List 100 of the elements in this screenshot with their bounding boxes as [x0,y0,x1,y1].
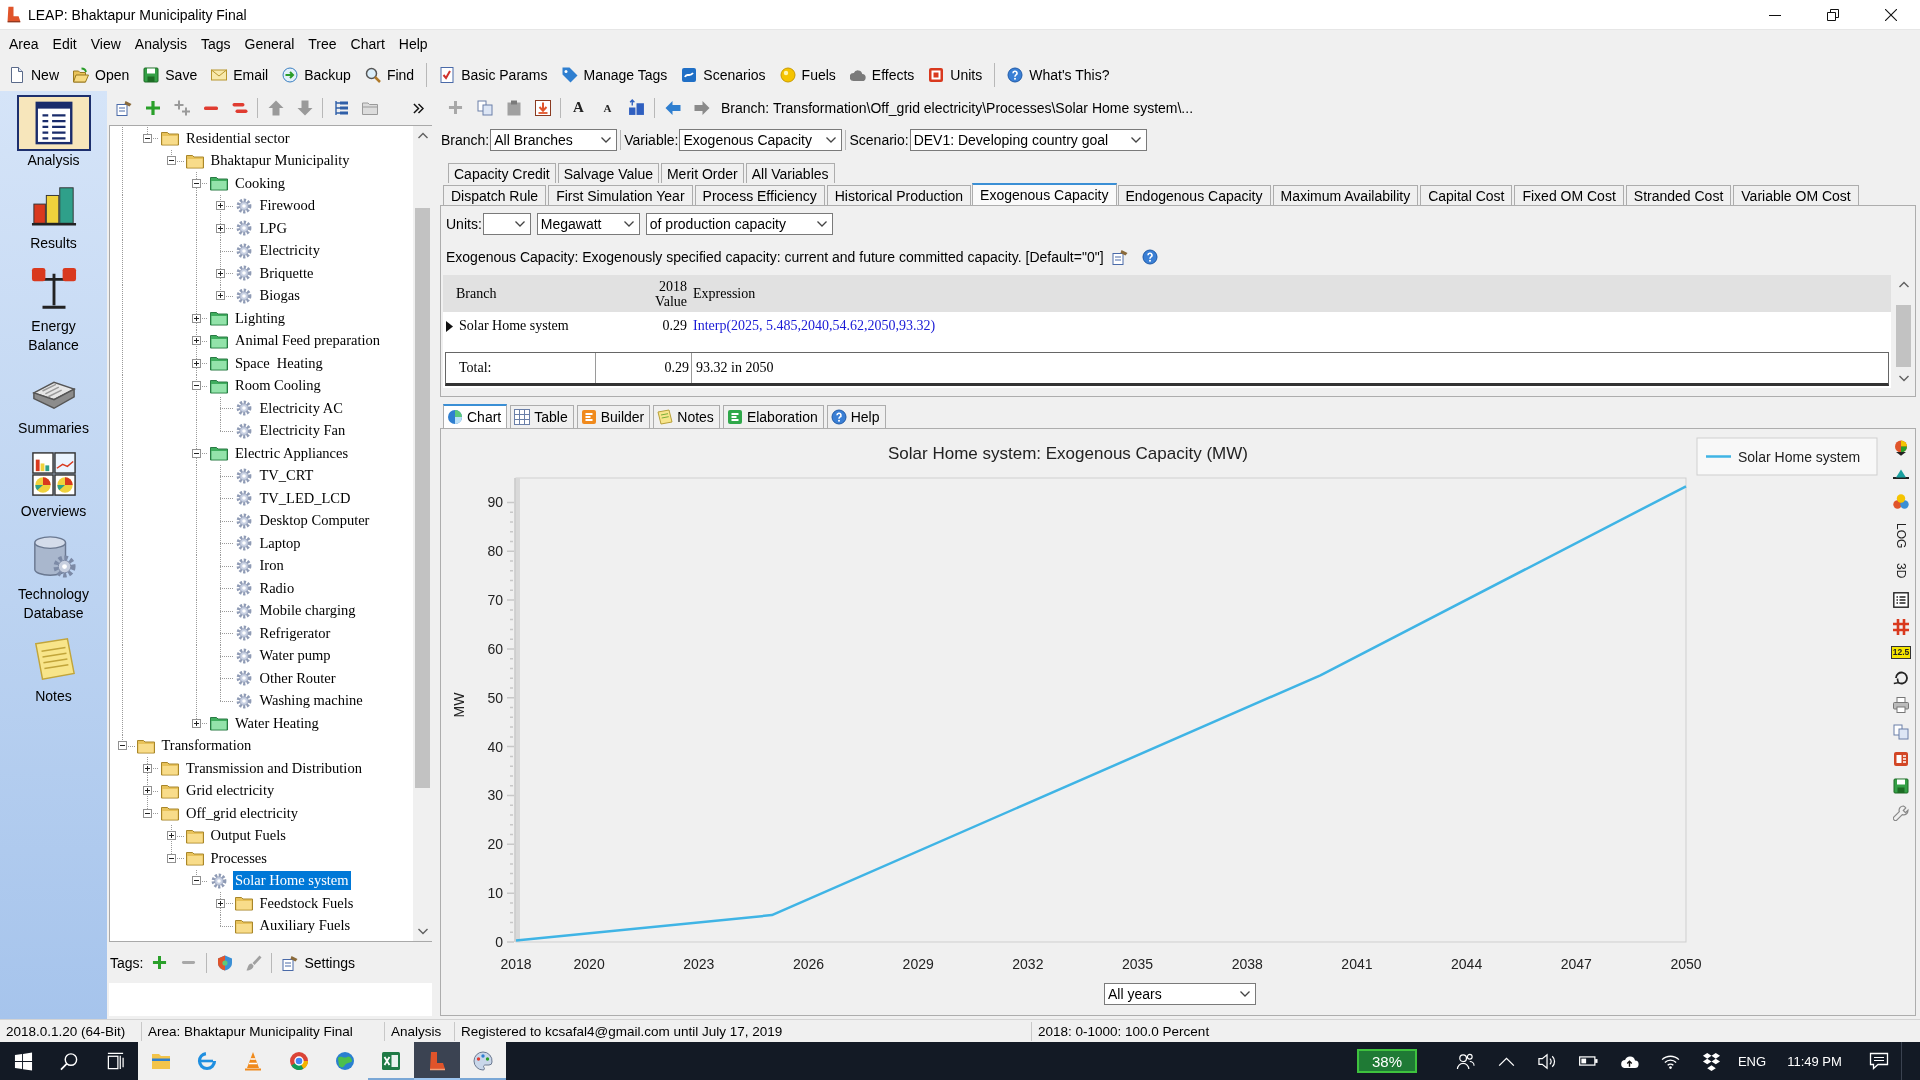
tab[interactable]: Maximum Availability [1272,185,1419,205]
minus-box-icon[interactable] [191,381,201,391]
log-scale-button[interactable]: LOG [1893,521,1909,551]
sidebar-item[interactable]: Analysis [0,91,107,174]
message-icon[interactable] [1869,1051,1889,1071]
expression-cell[interactable]: Interp(2025, 5.485,2040,54.62,2050,93.32) [689,318,1891,334]
plus-icon[interactable] [144,100,161,116]
hierarchy-node[interactable]: Lighting [233,308,287,328]
circles-icon[interactable] [1893,494,1909,510]
language-indicator[interactable]: ENG [1732,1053,1772,1069]
tab[interactable]: Exogenous Capacity [972,183,1117,205]
scrollbar-thumb[interactable] [415,208,430,788]
chevron-down-icon[interactable] [417,926,428,936]
plus-box-icon[interactable] [142,763,152,773]
list-icon[interactable] [1893,591,1909,608]
hierarchy-node[interactable]: Processes [208,848,269,868]
hierarchy-node[interactable]: Iron [257,556,286,576]
minus-box-icon[interactable] [167,853,176,863]
battery-icon[interactable] [1579,1055,1598,1067]
chevron-down-icon[interactable] [1898,373,1909,383]
dropdown[interactable]: of production capacity [645,213,833,235]
menu-item[interactable]: Analysis [127,32,194,56]
hierarchy-node[interactable]: Biogas [257,286,302,306]
toolbar-button[interactable]: Manage Tags [554,61,675,88]
tab[interactable]: Endogenous Capacity [1117,185,1271,205]
hierarchy-node[interactable]: LPG [257,218,289,238]
speaker-icon[interactable] [1538,1051,1557,1071]
menu-item[interactable]: Tree [301,32,344,56]
tab[interactable]: Elaboration [722,405,824,428]
settings-button[interactable]: Settings [275,949,363,976]
hierarchy-node[interactable]: Feedstock Fuels [257,893,356,913]
hierarchy-node[interactable]: Electricity [257,241,322,261]
sidebar-item[interactable]: Technology Database [0,525,107,627]
minus-box-icon[interactable] [191,178,201,188]
toolbar-button[interactable]: Basic Params [432,61,555,88]
menu-item[interactable]: Edit [45,32,84,56]
minus-box-icon[interactable] [142,133,152,143]
plus-box-icon[interactable] [191,718,201,728]
menu-item[interactable]: Help [391,32,435,56]
shield-icon[interactable] [216,954,233,971]
clock[interactable]: 11:49 PM [1772,1053,1857,1069]
toolbar-button[interactable]: Backup [275,61,358,88]
3d-view-button[interactable]: 3D [1893,561,1909,581]
dropdown[interactable]: DEV1: Developing country goal [909,129,1147,151]
clipboard-icon[interactable] [505,99,522,116]
menu-item[interactable]: General [237,32,302,56]
hierarchy-node[interactable]: Washing machine [257,691,365,711]
help-icon[interactable] [1141,249,1158,265]
properties-icon[interactable] [115,100,132,116]
tab[interactable]: Capacity Credit [448,163,556,183]
copy-icon[interactable] [1893,723,1909,740]
diamonds-icon[interactable] [1702,1051,1721,1071]
tab[interactable]: Variable OM Cost [1733,185,1859,205]
minus-box-icon[interactable] [167,156,176,166]
plus-box-icon[interactable] [191,313,201,323]
plus-icon[interactable] [152,955,168,970]
font-size-button[interactable]: A [593,94,622,121]
minus-box-icon[interactable] [191,876,201,886]
font-size-button[interactable]: A [564,94,593,121]
sidebar-item[interactable]: Results [0,174,107,257]
hierarchy-node[interactable]: Grid electricity [184,781,277,801]
toolbar-button[interactable]: Open [66,61,137,88]
hierarchy-node[interactable]: Water pump [257,646,333,666]
hierarchy-node[interactable]: Water Heating [233,713,321,733]
hierarchy-node[interactable]: Radio [257,578,297,598]
plus-box-icon[interactable] [191,358,201,368]
hierarchy-node[interactable]: TV_CRT [257,466,316,486]
pie-chart-icon[interactable] [1893,440,1909,456]
restore-icon[interactable] [1827,8,1839,21]
dropdown[interactable] [482,213,531,235]
task-view-icon[interactable] [105,1051,125,1071]
plus-box-icon[interactable] [216,268,225,278]
hash-icon[interactable] [1893,618,1909,635]
hierarchy-node[interactable]: Space Heating [233,353,325,373]
tab[interactable]: Capital Cost [1420,185,1513,205]
toolbar-button[interactable]: Email [204,61,276,88]
people-icon[interactable] [1456,1051,1475,1071]
toolbar-button[interactable]: Effects [842,61,922,88]
plus-box-icon[interactable] [216,898,225,908]
hierarchy-node[interactable]: Laptop [257,533,303,553]
wifi-icon[interactable] [1661,1053,1680,1069]
close-icon[interactable] [1885,8,1897,21]
tab[interactable]: Chart [443,404,508,428]
copy-icon[interactable] [476,99,493,116]
hierarchy-node[interactable]: Refrigerator [257,623,333,643]
menu-item[interactable]: Tags [193,32,238,56]
toolbar-button[interactable]: New [2,61,66,88]
scrollbar-thumb[interactable] [1896,305,1911,367]
rotate-arrow-icon[interactable] [1893,669,1909,686]
tab[interactable]: Builder [576,405,651,428]
menu-item[interactable]: Area [2,32,46,56]
value-labels-button[interactable]: 12.5 [1890,645,1912,659]
hierarchy-node[interactable]: Cooking [233,173,287,193]
wrench-icon[interactable] [1893,804,1909,821]
toolbar-button[interactable]: Find [357,61,422,88]
toolbar-button[interactable]: Scenarios [674,61,773,88]
minus-box-icon[interactable] [118,741,127,751]
menu-item[interactable]: View [83,32,128,56]
hierarchy-node[interactable]: Other Router [257,668,338,688]
tab[interactable]: Dispatch Rule [443,185,547,205]
